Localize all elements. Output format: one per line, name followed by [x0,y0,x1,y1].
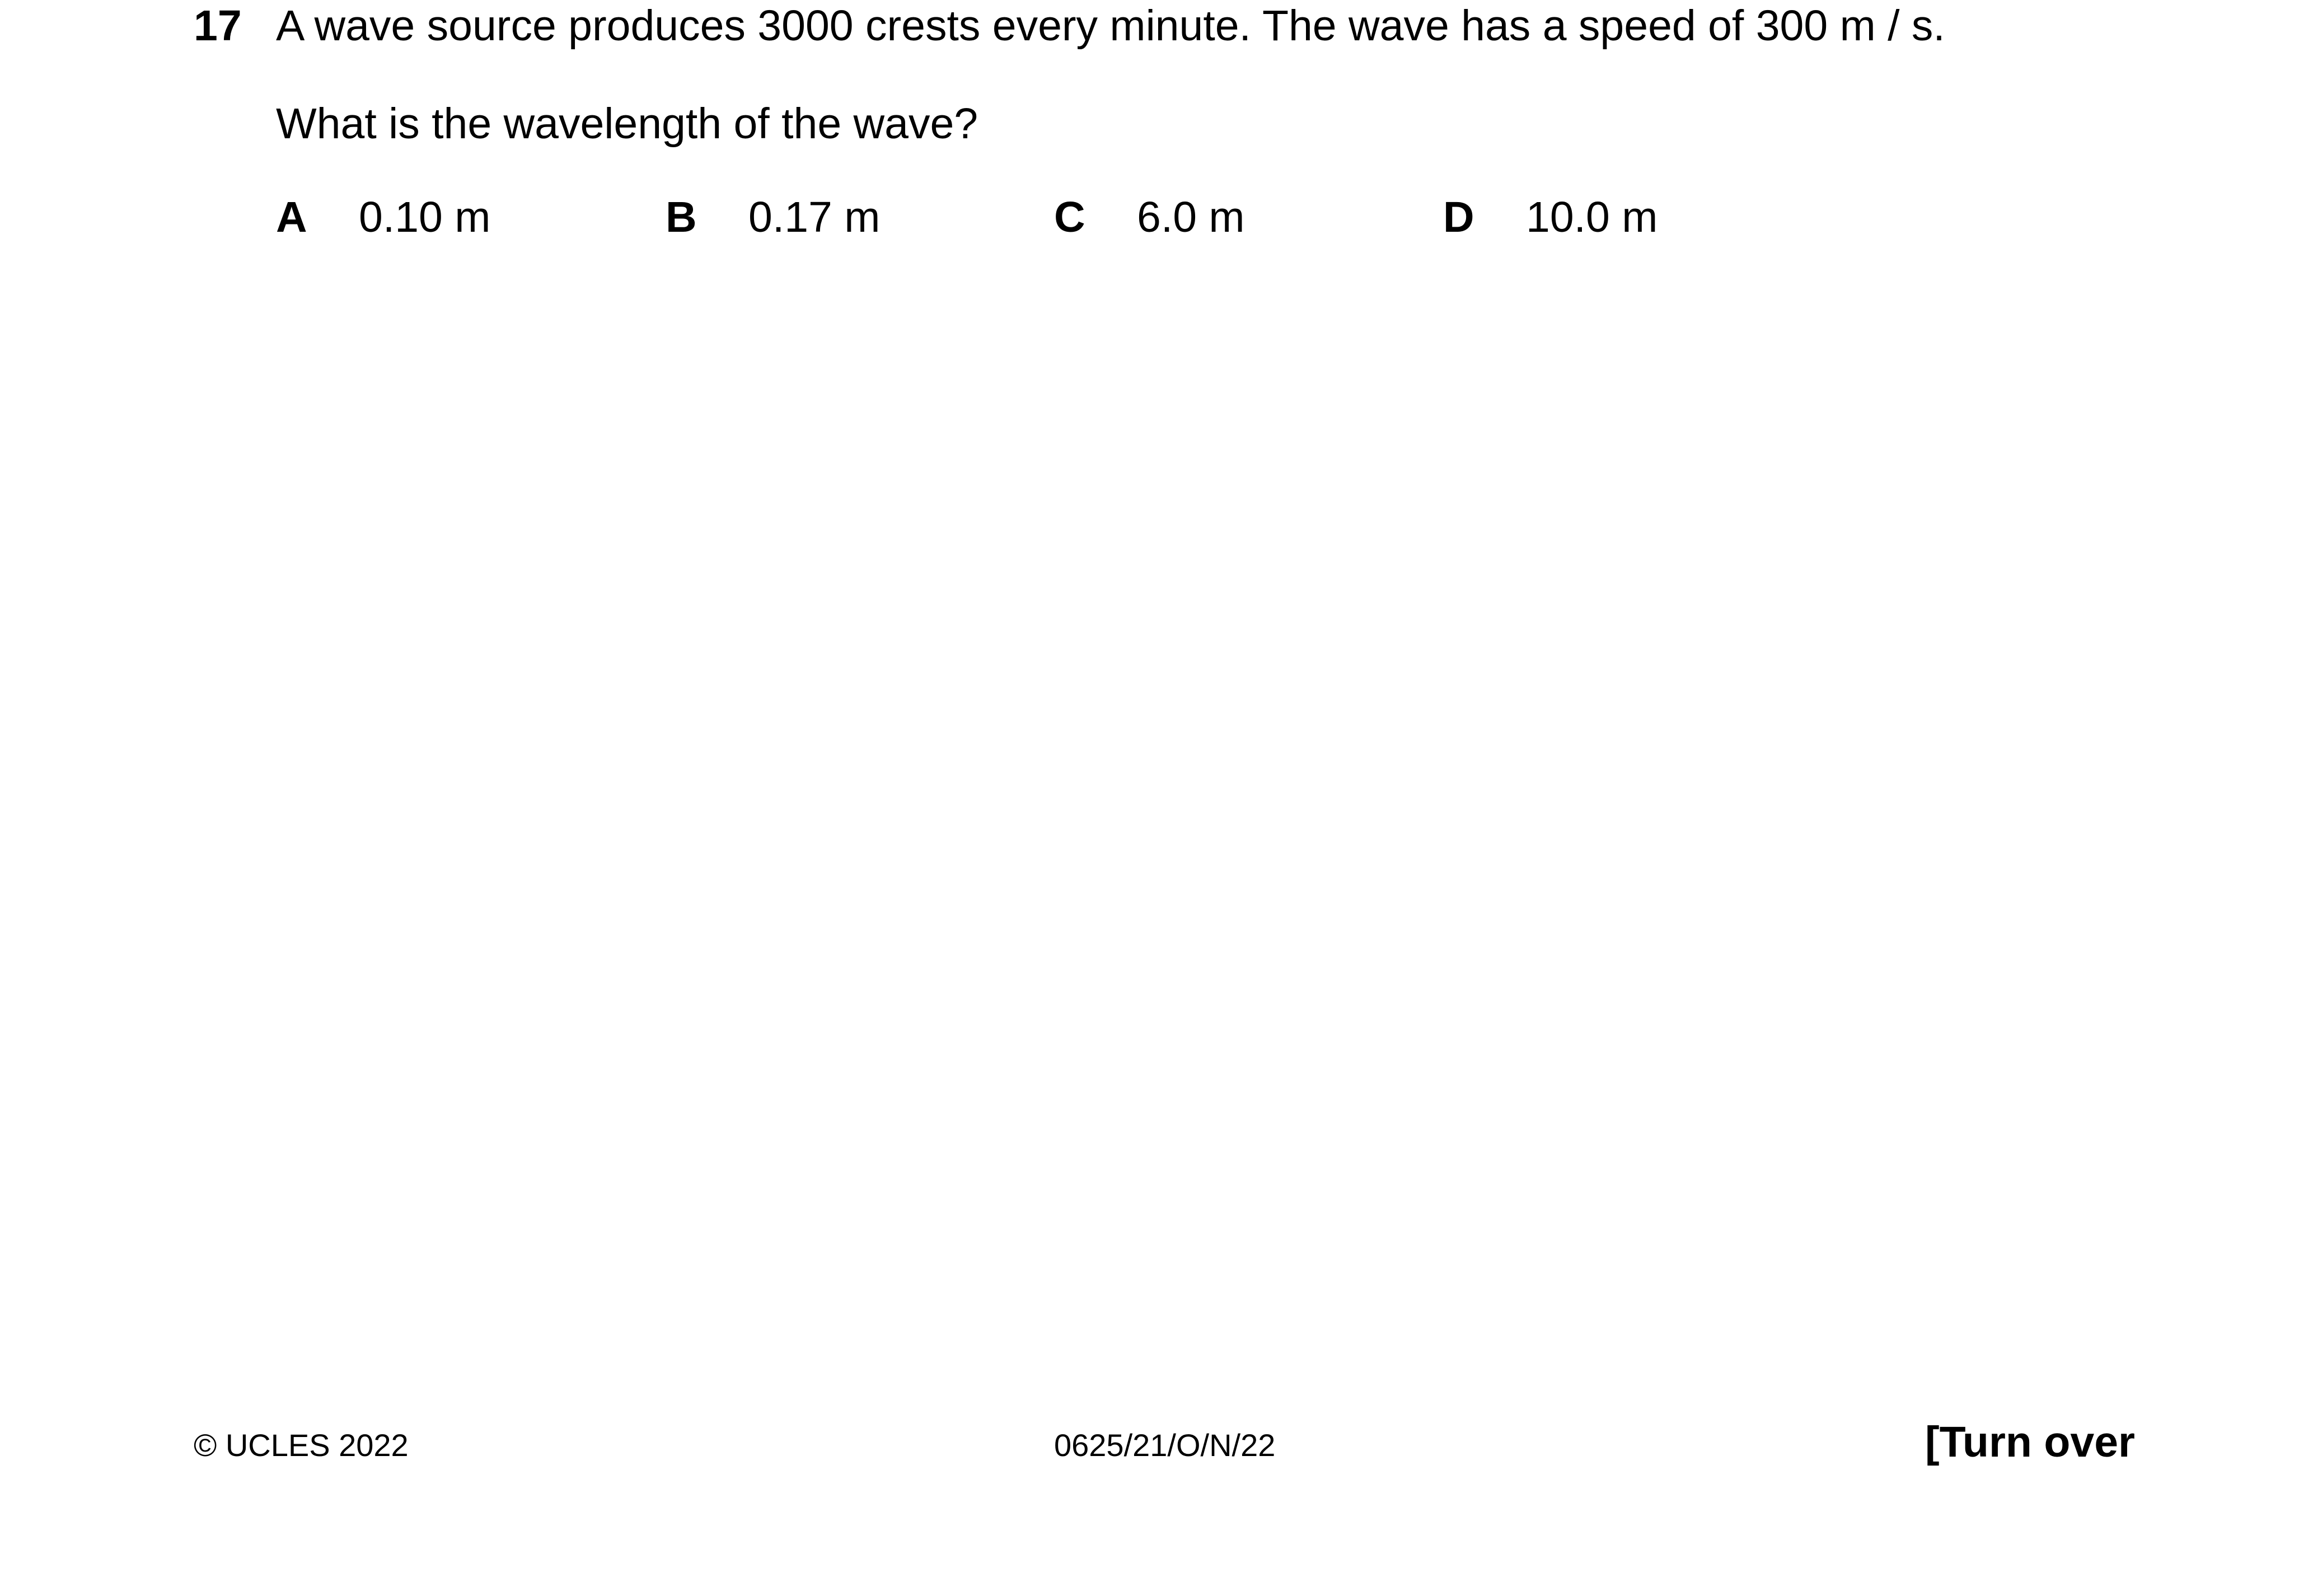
option-letter: A [276,193,307,241]
option-letter: D [1443,193,1474,241]
question-prompt: What is the wavelength of the wave? [276,100,978,148]
question-number: 17 [194,2,242,50]
question-stem: A wave source produces 3000 crests every… [276,2,1945,50]
footer-paper-code: 0625/21/O/N/22 [1054,1427,1276,1463]
option-letter: C [1054,193,1085,241]
option-value: 0.10 m [359,193,491,241]
option-value: 10.0 m [1526,193,1658,241]
footer-turn-over: [Turn over [1925,1418,2135,1466]
option-letter: B [666,193,697,241]
footer-copyright: © UCLES 2022 [194,1427,409,1463]
option-value: 6.0 m [1137,193,1245,241]
option-value: 0.17 m [748,193,881,241]
